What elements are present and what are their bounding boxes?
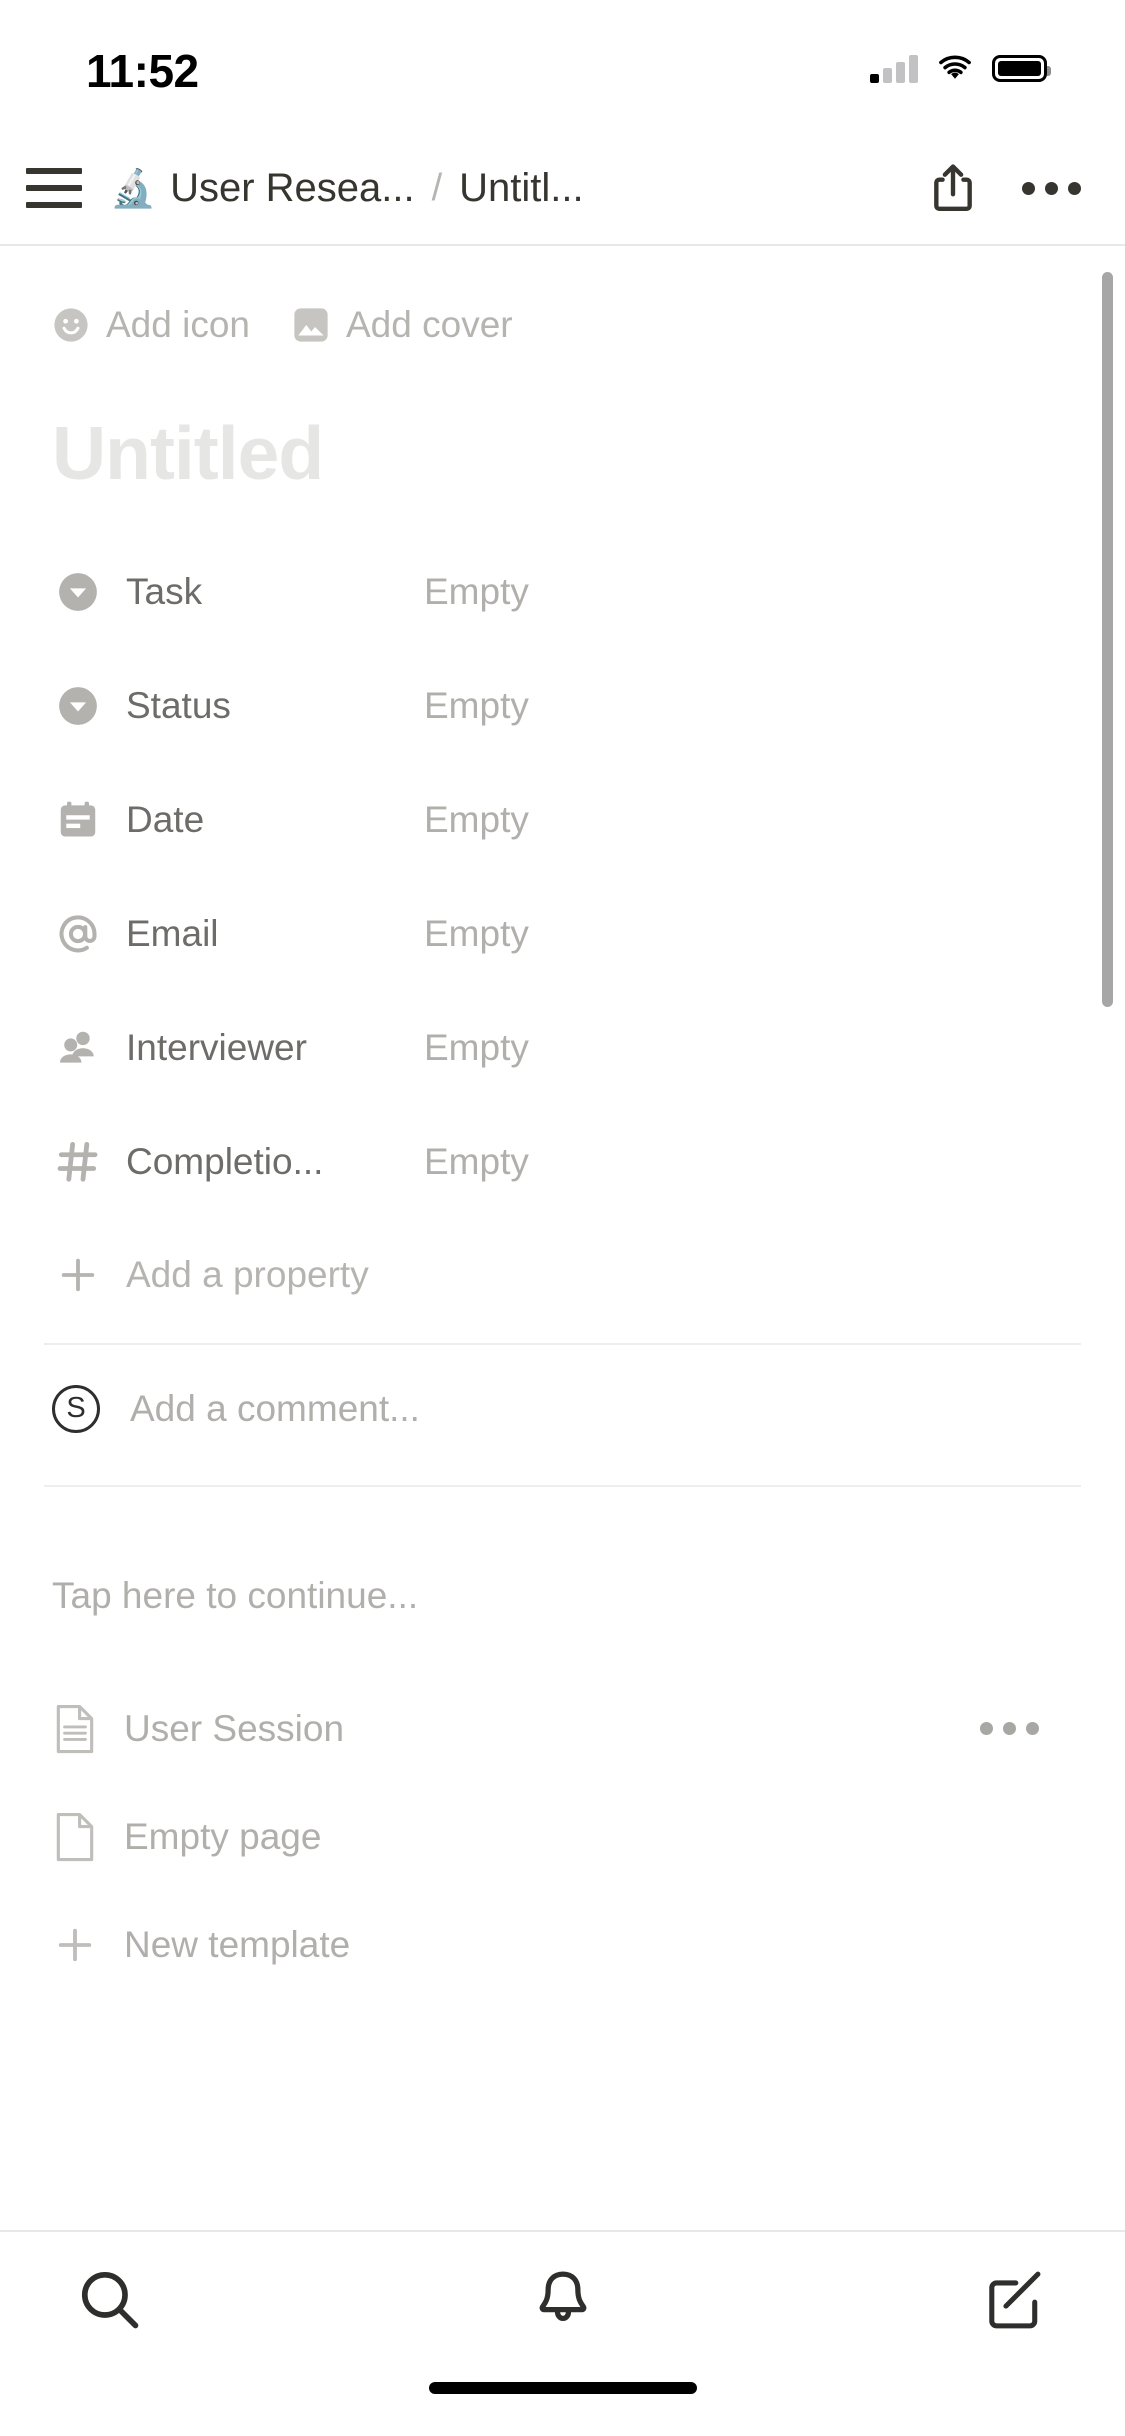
add-comment-placeholder[interactable]: Add a comment... — [130, 1388, 420, 1430]
share-icon[interactable] — [928, 160, 978, 216]
home-indicator — [428, 2382, 697, 2394]
add-property-button[interactable]: Add a property — [44, 1219, 1081, 1331]
status-bar: 11:52 — [0, 0, 1125, 132]
tab-compose[interactable] — [965, 2250, 1065, 2350]
property-row-status[interactable]: Status Empty — [52, 649, 1081, 763]
avatar[interactable]: S — [52, 1384, 100, 1433]
property-name: Email — [126, 912, 219, 954]
compose-icon — [989, 2271, 1041, 2329]
app-header: 🔬 User Resea... / Untitl... — [0, 132, 1125, 246]
property-value[interactable]: Empty — [424, 1141, 529, 1183]
select-dropdown-icon — [52, 566, 104, 618]
bell-icon — [539, 2271, 586, 2322]
tab-search[interactable] — [60, 2250, 160, 2350]
property-name: Date — [126, 798, 205, 840]
header-actions — [928, 160, 1081, 216]
home-indicator-area — [0, 2368, 1125, 2436]
app-screen: 11:52 🔬 User Resea... / Untitl... Add ic… — [0, 0, 1125, 2436]
property-value[interactable]: Empty — [424, 913, 529, 955]
hash-icon — [52, 1136, 104, 1188]
document-blank-icon — [52, 1811, 98, 1863]
property-value[interactable]: Empty — [424, 685, 529, 727]
microscope-icon: 🔬 — [110, 167, 157, 209]
people-icon — [52, 1022, 104, 1074]
more-horizontal-icon[interactable] — [980, 1722, 1039, 1736]
smiley-icon — [54, 308, 88, 342]
status-bar-indicators — [870, 48, 1051, 88]
property-row-date[interactable]: Date Empty — [52, 763, 1081, 877]
divider — [44, 1484, 1081, 1487]
breadcrumb-separator: / — [431, 166, 443, 209]
property-name: Interviewer — [126, 1026, 307, 1068]
document-lines-icon — [52, 1703, 98, 1755]
add-icon-label: Add icon — [106, 304, 250, 345]
calendar-icon — [52, 794, 104, 846]
breadcrumb-current[interactable]: Untitl... — [459, 166, 583, 211]
page-title[interactable]: Untitled — [44, 414, 1081, 493]
select-dropdown-icon — [52, 680, 104, 732]
page-decoration-actions: Add icon Add cover — [44, 304, 1081, 346]
plus-icon — [52, 1919, 98, 1971]
template-label: Empty page — [124, 1815, 322, 1857]
plus-icon — [52, 1249, 104, 1301]
search-icon — [81, 2271, 139, 2329]
add-property-label: Add a property — [126, 1253, 369, 1295]
add-icon-button[interactable]: Add icon — [52, 304, 250, 346]
add-cover-button[interactable]: Add cover — [292, 304, 513, 346]
property-row-task[interactable]: Task Empty — [52, 535, 1081, 649]
page-content: Add icon Add cover Untitled Task Empty S… — [0, 246, 1125, 2230]
template-item-empty-page[interactable]: Empty page — [52, 1783, 1081, 1891]
more-horizontal-icon[interactable] — [1022, 181, 1081, 195]
template-label: New template — [124, 1923, 351, 1965]
property-row-email[interactable]: Email Empty — [52, 877, 1081, 991]
add-cover-label: Add cover — [346, 304, 513, 345]
property-name: Completio... — [126, 1140, 324, 1182]
property-value[interactable]: Empty — [424, 1027, 529, 1069]
image-icon — [294, 308, 328, 342]
wifi-icon — [939, 55, 971, 79]
tab-notifications[interactable] — [513, 2250, 613, 2350]
status-bar-time: 11:52 — [86, 45, 199, 97]
template-item-new-template[interactable]: New template — [52, 1891, 1081, 1999]
breadcrumb-parent[interactable]: User Resea... — [170, 166, 415, 211]
at-sign-icon — [52, 908, 104, 960]
add-comment-row[interactable]: S Add a comment... — [44, 1345, 1081, 1473]
property-name: Status — [126, 684, 231, 726]
bottom-tab-bar — [0, 2230, 1125, 2368]
property-name: Task — [126, 570, 203, 612]
template-item-user-session[interactable]: User Session — [52, 1675, 1081, 1783]
template-list: User Session Empty page New template — [44, 1675, 1081, 1999]
property-value[interactable]: Empty — [424, 571, 529, 613]
breadcrumb: 🔬 User Resea... / Untitl... — [110, 166, 928, 211]
property-value[interactable]: Empty — [424, 799, 529, 841]
property-list: Task Empty Status Empty Date Empty Email… — [44, 535, 1081, 1219]
template-label: User Session — [124, 1707, 345, 1749]
body-placeholder[interactable]: Tap here to continue... — [44, 1575, 1081, 1617]
property-row-interviewer[interactable]: Interviewer Empty — [52, 991, 1081, 1105]
cellular-signal-icon — [870, 53, 918, 83]
vertical-scrollbar[interactable] — [1102, 272, 1113, 1007]
hamburger-menu-icon[interactable] — [26, 160, 82, 216]
property-row-completion[interactable]: Completio... Empty — [52, 1105, 1081, 1219]
battery-icon — [992, 54, 1051, 82]
